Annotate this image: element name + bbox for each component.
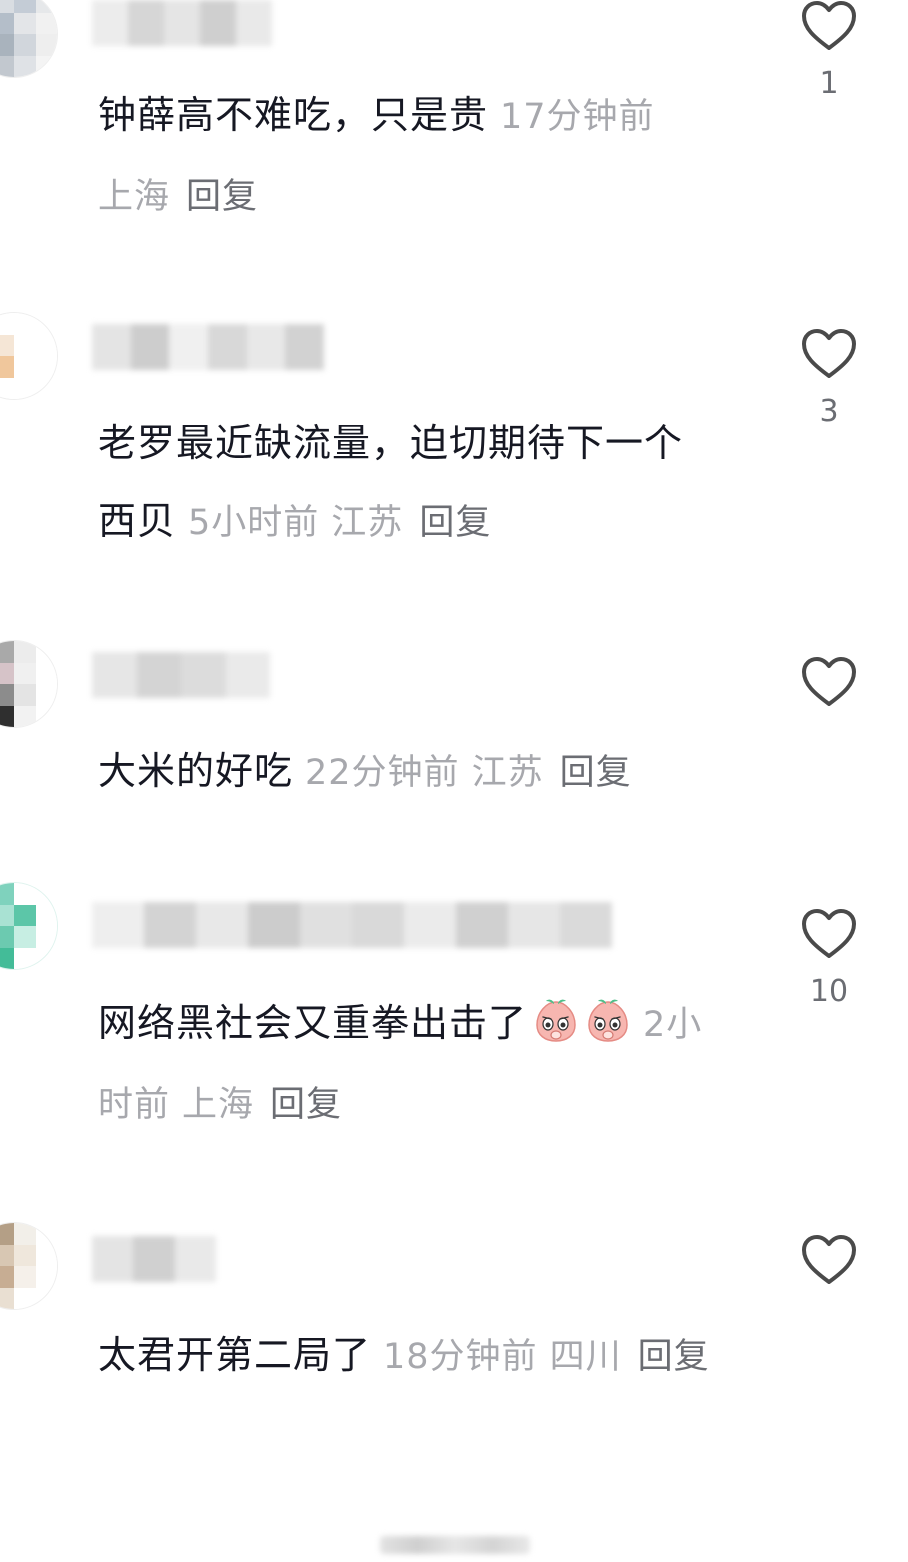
comment-text: 太君开第二局了	[98, 1333, 372, 1377]
comment-location: 四川	[549, 1337, 622, 1377]
blush-peach-emoji	[536, 999, 576, 1042]
comment-body: 老罗最近缺流量，迫切期待下一个西贝 5小时前 江苏 回复	[98, 404, 718, 562]
comment-time: 18分钟前	[383, 1337, 538, 1377]
avatar-mosaic	[0, 641, 57, 727]
username-blurred[interactable]	[92, 1236, 216, 1282]
heart-outline-icon	[802, 1, 856, 50]
comment-time: 17分钟前	[500, 97, 655, 137]
like-button[interactable]: 1	[798, 0, 860, 101]
reply-button[interactable]: 回复	[638, 1337, 710, 1377]
avatar[interactable]	[0, 312, 58, 400]
comment-body: 太君开第二局了 18分钟前 四川 回复	[98, 1316, 718, 1396]
avatar[interactable]	[0, 882, 58, 970]
heart-outline-icon	[802, 329, 856, 378]
username-blurred[interactable]	[92, 324, 325, 370]
like-count: 1	[819, 66, 839, 101]
avatar[interactable]	[0, 640, 58, 728]
comment-text: 钟薛高不难吃，只是贵	[98, 93, 489, 137]
like-button[interactable]: 10	[798, 908, 860, 1009]
comment-location: 上海	[98, 177, 171, 217]
like-count: 10	[809, 974, 849, 1009]
comment-text: 大米的好吃	[98, 749, 294, 793]
heart-outline-icon	[802, 657, 856, 706]
username-blurred[interactable]	[92, 0, 272, 46]
comment-time: 22分钟前	[305, 753, 460, 793]
username-blurred[interactable]	[92, 902, 612, 948]
heart-outline-icon	[802, 909, 856, 958]
avatar-mosaic	[0, 313, 57, 399]
comment-location: 上海	[182, 1085, 255, 1125]
comment-body: 大米的好吃 22分钟前 江苏 回复	[98, 732, 738, 812]
avatar-mosaic	[0, 883, 57, 969]
comment-body: 网络黑社会又重拳出击了 2小时前 上海 回复	[98, 984, 738, 1144]
heart-outline-icon	[802, 1235, 856, 1284]
like-button[interactable]	[798, 656, 860, 722]
avatar-mosaic	[0, 1223, 57, 1309]
avatar[interactable]	[0, 1222, 58, 1310]
blush-peach-emoji	[588, 999, 628, 1042]
comment-time: 5小时前	[188, 503, 320, 543]
like-count: 3	[819, 394, 839, 429]
like-button[interactable]: 3	[798, 328, 860, 429]
watermark-blurred	[380, 1536, 530, 1554]
reply-button[interactable]: 回复	[419, 503, 491, 543]
reply-button[interactable]: 回复	[270, 1085, 342, 1125]
reply-button[interactable]: 回复	[186, 177, 258, 217]
comment-body: 钟薛高不难吃，只是贵 17分钟前 上海 回复	[98, 76, 738, 236]
avatar-mosaic	[0, 0, 57, 77]
like-button[interactable]	[798, 1234, 860, 1300]
username-blurred[interactable]	[92, 652, 270, 698]
reply-button[interactable]: 回复	[560, 753, 632, 793]
comment-location: 江苏	[471, 753, 544, 793]
comment-location: 江苏	[331, 503, 404, 543]
comment-text: 网络黑社会又重拳出击了	[98, 1001, 528, 1045]
avatar[interactable]	[0, 0, 58, 78]
